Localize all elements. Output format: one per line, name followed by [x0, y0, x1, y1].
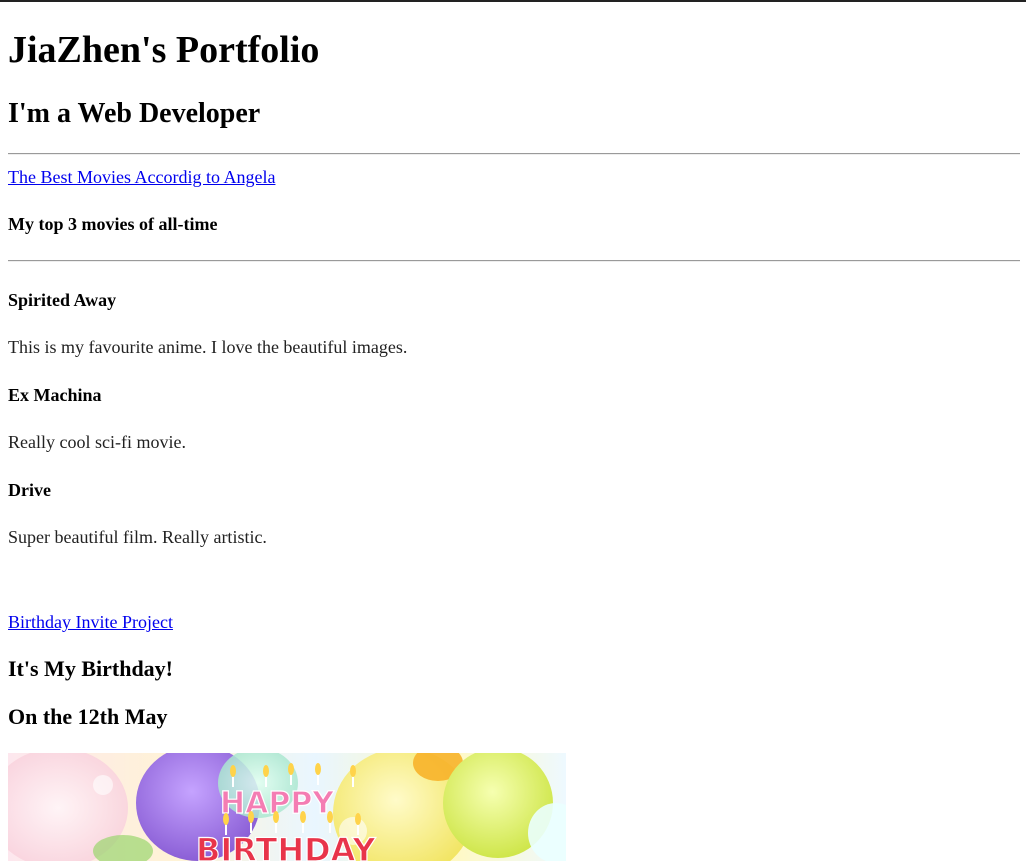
birthday-image: HAPPY BIRTHDAY	[8, 753, 566, 861]
page-subtitle: I'm a Web Developer	[8, 98, 261, 129]
birthday-date: On the 12th May	[8, 704, 168, 729]
top-border	[0, 0, 1026, 2]
movie-description-2: Really cool sci-fi movie.	[8, 432, 186, 452]
movies-subtitle: My top 3 movies of all-time	[8, 214, 218, 234]
birthday-image-text-birthday: BIRTHDAY	[196, 831, 376, 861]
movie-description-3: Super beautiful film. Really artistic.	[8, 527, 267, 547]
movie-title-3: Drive	[8, 480, 51, 500]
divider-top	[8, 153, 1020, 155]
movies-project-link[interactable]: The Best Movies Accordig to Angela	[8, 166, 275, 188]
movie-title-2: Ex Machina	[8, 385, 102, 405]
birthday-title: It's My Birthday!	[8, 656, 173, 681]
movie-title-1: Spirited Away	[8, 290, 117, 310]
divider-movies	[8, 260, 1020, 262]
movie-description-1: This is my favourite anime. I love the b…	[8, 337, 408, 357]
birthday-project-link[interactable]: Birthday Invite Project	[8, 611, 173, 633]
page-title: JiaZhen's Portfolio	[8, 29, 320, 71]
